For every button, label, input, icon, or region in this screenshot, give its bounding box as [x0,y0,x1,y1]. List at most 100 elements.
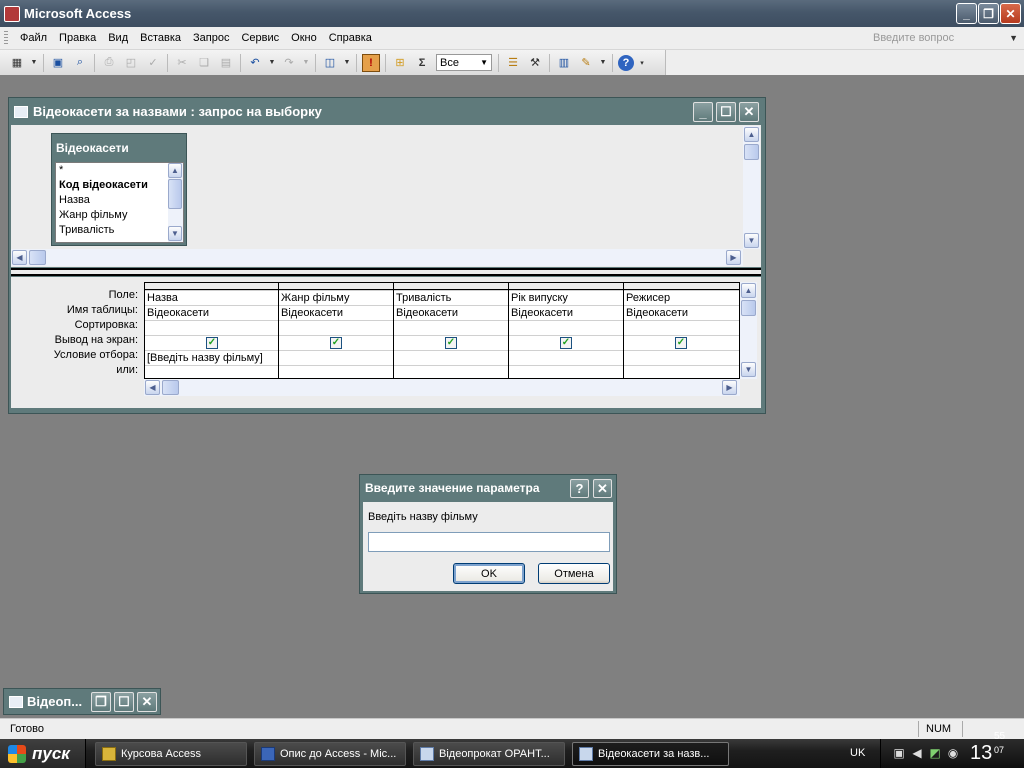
grid-cell-sort[interactable] [509,320,623,335]
parameter-input[interactable] [368,532,610,552]
scroll-up-icon[interactable]: ▲ [744,127,759,142]
column-selector[interactable] [279,283,393,290]
copy-icon[interactable]: ❏ [195,54,213,72]
cut-icon[interactable]: ✂ [173,54,191,72]
grid-cell-table[interactable]: Відеокасети [624,305,739,320]
ok-button[interactable]: OK [453,563,525,584]
grid-cell-or[interactable] [509,365,623,380]
run-icon[interactable]: ! [362,53,380,72]
chevron-down-icon[interactable]: ▼ [302,54,310,72]
cancel-button[interactable]: Отмена [538,563,610,584]
menu-query[interactable]: Запрос [187,32,235,44]
top-values-combo[interactable]: Все ▼ [436,54,492,71]
scroll-up-icon[interactable]: ▲ [741,283,756,298]
grid-cell-table[interactable]: Відеокасети [279,305,393,320]
grid-cell-field[interactable]: Режисер [624,290,739,305]
help-icon[interactable]: ? [618,54,634,71]
grid-cell-criteria[interactable] [624,350,739,365]
grid-cell-field[interactable]: Жанр фільму [279,290,393,305]
grid-cell-criteria[interactable] [509,350,623,365]
taskbar-item[interactable]: Опис до Access - Mic... [254,742,406,766]
grid-cell-criteria[interactable]: [Введіть назву фільму] [145,350,278,365]
grid-cell-or[interactable] [394,365,508,380]
grid-cell-sort[interactable] [279,320,393,335]
show-checkbox[interactable]: ✓ [675,337,687,349]
taskbar-item[interactable]: Курсова Access [95,742,247,766]
menu-help[interactable]: Справка [323,32,378,44]
scroll-thumb[interactable] [744,144,759,160]
column-selector[interactable] [394,283,508,290]
column-selector[interactable] [624,283,739,290]
scroll-thumb[interactable] [741,300,756,316]
save-icon[interactable]: ▣ [49,54,67,72]
grid-cell-field[interactable]: Назва [145,290,278,305]
scroll-thumb[interactable] [162,380,179,395]
column-selector[interactable] [145,283,278,290]
design-grid-vscrollbar[interactable]: ▲ ▼ [740,282,757,379]
volume-icon[interactable]: ◀ [909,745,925,761]
grid-cell-table[interactable]: Відеокасети [509,305,623,320]
app-title-bar[interactable]: Microsoft Access _ ❐ ✕ [0,0,1024,27]
spelling-icon[interactable]: ✓ [144,54,162,72]
app-minimize-button[interactable]: _ [956,3,977,24]
print-preview-icon[interactable]: ◰ [122,54,140,72]
query-maximize-button[interactable]: ☐ [716,102,736,122]
design-grid-hscrollbar[interactable]: ◀ ▶ [144,379,740,396]
scroll-left-icon[interactable]: ◀ [12,250,27,265]
tray-app-icon[interactable]: ◉ [945,745,961,761]
database-window-icon[interactable]: ▥ [555,54,573,72]
help-icon[interactable]: ? [570,479,589,498]
query-minimize-button[interactable]: _ [693,102,713,122]
menu-insert[interactable]: Вставка [134,32,187,44]
grid-cell-criteria[interactable] [394,350,508,365]
query-type-icon[interactable]: ◫ [321,54,339,72]
chevron-down-icon[interactable]: ▼ [599,54,607,72]
start-button[interactable]: пуск [0,739,86,768]
scroll-thumb[interactable] [29,250,46,265]
scroll-right-icon[interactable]: ▶ [722,380,737,395]
undo-icon[interactable]: ↶ [246,54,264,72]
show-checkbox[interactable]: ✓ [206,337,218,349]
minimized-database-window[interactable]: Відеоп... ❐ ☐ ✕ [3,688,161,715]
scroll-down-icon[interactable]: ▼ [168,226,182,241]
menu-grip[interactable] [4,31,8,45]
show-checkbox[interactable]: ✓ [445,337,457,349]
field-list-item[interactable]: * [56,163,183,178]
minimized-close-button[interactable]: ✕ [137,692,157,712]
grid-cell-or[interactable] [624,365,739,380]
totals-icon[interactable]: Σ [413,54,431,72]
minimized-maximize-button[interactable]: ☐ [114,692,134,712]
taskbar-item-active[interactable]: Відеокасети за назв... [572,742,729,766]
grid-cell-field[interactable]: Рік випуску [509,290,623,305]
table-pane-vscrollbar[interactable]: ▲ ▼ [743,126,760,249]
dialog-close-button[interactable]: ✕ [593,479,612,498]
scroll-right-icon[interactable]: ▶ [726,250,741,265]
field-list-videocassettes[interactable]: Відеокасети * Код відеокасети Назва Жанр… [51,133,187,246]
network-icon[interactable]: ▣ [891,745,907,761]
ask-question-box[interactable]: Введите вопрос ▼ [873,30,1018,46]
query-close-button[interactable]: ✕ [739,102,759,122]
menu-window[interactable]: Окно [285,32,323,44]
show-table-icon[interactable]: ⊞ [391,54,409,72]
scroll-left-icon[interactable]: ◀ [145,380,160,395]
language-indicator[interactable]: UK [850,747,865,759]
toolbar-options-icon[interactable]: ▾ [638,54,646,72]
print-icon[interactable]: ⎙ [100,54,118,72]
grid-cell-field[interactable]: Тривалість [394,290,508,305]
menu-tools[interactable]: Сервис [235,32,285,44]
grid-cell-or[interactable] [145,365,278,380]
scroll-thumb[interactable] [168,179,182,209]
field-list-scrollbar[interactable]: ▲ ▼ [168,163,183,242]
grid-cell-table[interactable]: Відеокасети [394,305,508,320]
clock[interactable]: 13 55 07 [970,731,1005,768]
redo-icon[interactable]: ↷ [280,54,298,72]
pane-splitter[interactable] [11,268,761,276]
minimized-restore-button[interactable]: ❐ [91,692,111,712]
menu-file[interactable]: Файл [14,32,53,44]
field-list-item-key[interactable]: Код відеокасети [56,178,183,193]
show-checkbox[interactable]: ✓ [330,337,342,349]
properties-icon[interactable]: ☰ [504,54,522,72]
field-list-item[interactable]: Назва [56,193,183,208]
show-checkbox[interactable]: ✓ [560,337,572,349]
video-3d-icon[interactable]: ◩ [927,745,943,761]
